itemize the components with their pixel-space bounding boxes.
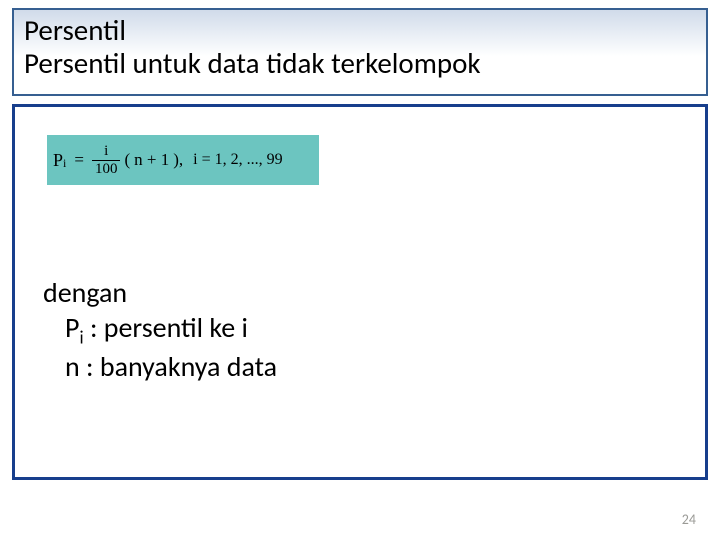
page-number: 24	[682, 511, 696, 528]
formula-equals: =	[74, 150, 84, 170]
formula: P i = i 100 ( n + 1 ), i = 1, 2, ..., 99	[47, 144, 283, 177]
definitions: dengan Pi : persentil ke i n : banyaknya…	[43, 275, 277, 384]
defs-lead: dengan	[43, 275, 277, 310]
formula-paren-inner: n + 1	[134, 150, 169, 170]
formula-paren-open: (	[124, 150, 130, 170]
title-box: Persentil Persentil untuk data tidak ter…	[12, 8, 708, 96]
formula-lhs: P i	[53, 150, 66, 171]
title-subtitle: Persentil untuk data tidak terkelompok	[24, 47, 696, 80]
formula-fraction: i 100	[92, 144, 121, 177]
defs-line1-rest: : persentil ke i	[84, 310, 248, 345]
defs-line2-rest: : banyaknya data	[80, 349, 277, 384]
formula-lhs-symbol: P	[53, 150, 63, 171]
content-box: P i = i 100 ( n + 1 ), i = 1, 2, ..., 99…	[12, 104, 708, 480]
defs-line-1: Pi : persentil ke i	[43, 310, 277, 349]
formula-numerator: i	[101, 144, 111, 160]
defs-line2-symbol: n	[65, 349, 80, 384]
formula-paren-close: ),	[173, 150, 183, 170]
defs-line1-symbol: P	[65, 310, 79, 345]
formula-lhs-subscript: i	[63, 150, 66, 171]
formula-image: P i = i 100 ( n + 1 ), i = 1, 2, ..., 99	[47, 135, 319, 185]
title-main: Persentil	[24, 14, 696, 47]
formula-range: i = 1, 2, ..., 99	[193, 151, 282, 169]
defs-line-2: n : banyaknya data	[43, 349, 277, 384]
formula-denominator: 100	[92, 160, 121, 177]
